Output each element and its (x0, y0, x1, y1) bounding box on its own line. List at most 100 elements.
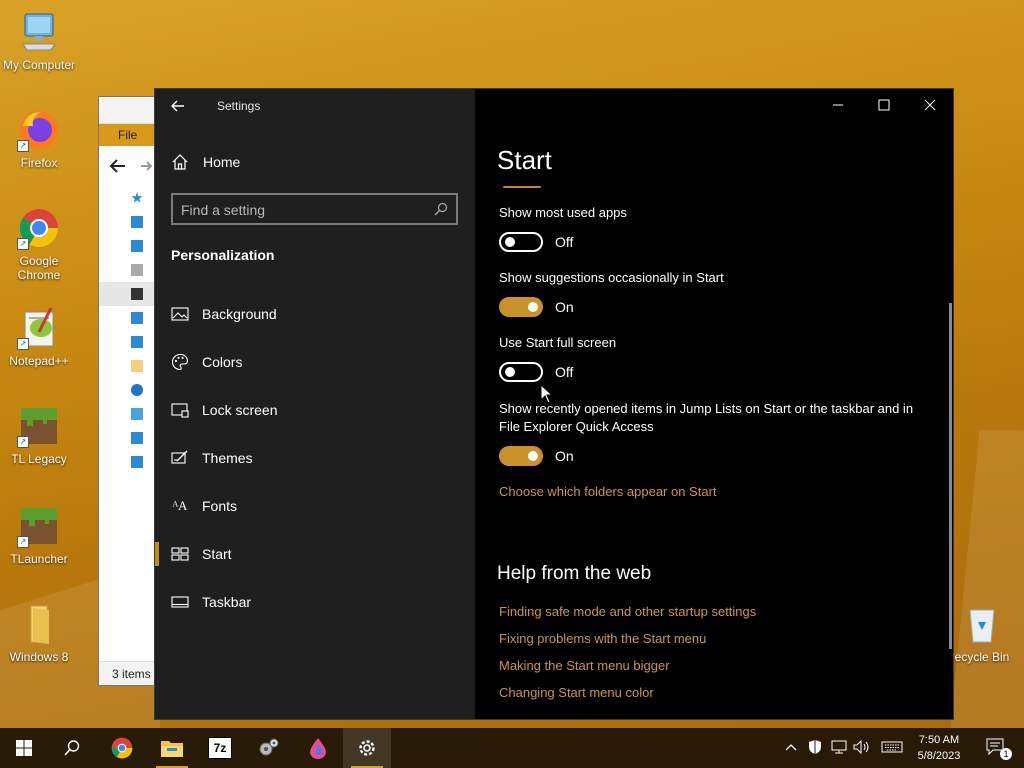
picture-icon (171, 307, 189, 321)
minimize-icon (833, 104, 843, 106)
clock-date: 5/8/2023 (917, 750, 961, 762)
settings-window[interactable]: Settings Home Personalization Background… (154, 88, 954, 720)
back-arrow-icon[interactable] (99, 146, 159, 186)
desktop-icon-notepad-plus-plus[interactable]: ↗ Notepad++ (0, 306, 78, 368)
desktop-icon-windows-8[interactable]: Windows 8 (0, 602, 78, 664)
gear-icon (359, 740, 375, 756)
taskbar-7zip[interactable]: 7z (196, 728, 244, 768)
minimize-button[interactable] (815, 89, 861, 121)
toggle-knob (505, 237, 515, 247)
show-hidden-icons-chevron-icon[interactable] (782, 738, 800, 756)
sidebar-item-lock-screen[interactable]: Lock screen (155, 386, 475, 434)
toggle-state-text: On (555, 299, 574, 315)
toggle-state-text: Off (555, 234, 574, 250)
desktop-icon-tlauncher[interactable]: ↗ TLauncher (0, 504, 78, 566)
scrollbar[interactable] (949, 303, 952, 649)
maximize-button[interactable] (861, 89, 907, 121)
shortcut-arrow-icon: ↗ (17, 338, 29, 350)
lock-screen-icon (171, 403, 189, 418)
minecraft-block-icon: ↗ (17, 404, 61, 448)
help-link[interactable]: Finding safe mode and other startup sett… (499, 604, 756, 619)
search-button[interactable] (48, 728, 96, 768)
notepad-plus-plus-icon: ↗ (17, 306, 61, 350)
chrome-icon: ↗ (17, 206, 61, 250)
desktop-icon-firefox[interactable]: ↗ Firefox (0, 108, 78, 170)
gears-icon (259, 738, 279, 756)
recycle-bin-icon (960, 602, 1004, 646)
search-input[interactable] (181, 200, 421, 220)
start-button[interactable] (0, 728, 48, 768)
toggle-knob (505, 367, 515, 377)
sidebar-item-label: Colors (202, 354, 243, 370)
desktop-icon-label: TL Legacy (11, 452, 67, 466)
back-arrow-icon (171, 100, 184, 112)
suggestions-toggle[interactable] (499, 297, 543, 317)
taskbar-file-explorer[interactable] (148, 728, 196, 768)
desktop-icon-recycle-bin[interactable]: ecycle Bin (946, 602, 1018, 664)
toggle-state-text: On (555, 448, 574, 464)
sidebar-item-background[interactable]: Background (155, 290, 475, 338)
taskbar-chrome[interactable] (98, 728, 146, 768)
home-nav-item[interactable]: Home (171, 151, 240, 173)
sidebar-item-label: Lock screen (202, 402, 278, 418)
shortcut-arrow-icon: ↗ (17, 140, 29, 152)
help-link[interactable]: Changing Start menu color (499, 685, 654, 700)
sidebar-item-label: Background (202, 306, 277, 322)
desktop-icon-tl-legacy[interactable]: ↗ TL Legacy (0, 404, 78, 466)
scrolled-content-edge (503, 186, 541, 188)
minecraft-block-icon: ↗ (17, 504, 61, 548)
security-shield-icon[interactable] (806, 738, 824, 756)
keyboard-icon[interactable] (880, 738, 904, 756)
jump-lists-toggle[interactable] (499, 446, 543, 466)
toggle-knob (528, 302, 538, 312)
toggle-state-text: Off (555, 364, 574, 380)
volume-icon[interactable] (853, 738, 871, 756)
maximize-icon (878, 99, 890, 111)
themes-icon (171, 450, 188, 464)
help-link[interactable]: Fixing problems with the Start menu (499, 631, 706, 646)
search-icon (64, 740, 80, 756)
action-center-button[interactable]: 1 (984, 738, 1012, 760)
sidebar-item-taskbar[interactable]: Taskbar (155, 578, 475, 626)
network-icon[interactable] (830, 738, 848, 756)
help-link[interactable]: Making the Start menu bigger (499, 658, 670, 673)
folder-icon (161, 741, 183, 757)
sidebar-item-label: Fonts (202, 498, 238, 514)
close-button[interactable] (907, 89, 953, 121)
page-title: Start (497, 145, 552, 175)
sidebar-item-label: Start (202, 546, 232, 562)
option-label: Use Start full screen (499, 335, 617, 350)
notification-count-badge: 1 (1000, 748, 1012, 760)
home-label: Home (203, 154, 241, 170)
toggle-knob (528, 451, 538, 461)
paint-drop-icon (310, 738, 326, 759)
option-label: Show most used apps (499, 205, 627, 220)
shortcut-arrow-icon: ↗ (17, 536, 29, 548)
desktop-icon-google-chrome[interactable]: ↗ Google Chrome (0, 206, 78, 282)
taskbar-clock[interactable]: 7:50 AM 5/8/2023 (910, 732, 968, 764)
desktop-icon-my-computer[interactable]: My Computer (0, 10, 78, 72)
settings-content: Start Show most used apps Off Show sugge… (475, 89, 953, 719)
desktop-icon-label: ecycle Bin (954, 650, 1010, 664)
search-box[interactable] (171, 193, 458, 225)
taskbar-settings[interactable] (343, 728, 391, 768)
wallpaper-shape (950, 430, 1024, 730)
sidebar-item-start[interactable]: Start (155, 530, 475, 578)
back-button[interactable] (167, 95, 189, 117)
sidebar-item-themes[interactable]: Themes (155, 434, 475, 482)
taskbar-icon (171, 596, 189, 608)
folder-icon (17, 602, 61, 646)
taskbar-tool[interactable] (245, 728, 293, 768)
sidebar-item-colors[interactable]: Colors (155, 338, 475, 386)
section-heading: Personalization (171, 247, 275, 263)
desktop-icon-label: Google Chrome (17, 254, 61, 282)
taskbar-paint-app[interactable] (294, 728, 342, 768)
full-screen-toggle[interactable] (499, 362, 543, 382)
chrome-icon (111, 737, 133, 759)
desktop-icon-label: Windows 8 (9, 650, 69, 664)
most-used-apps-toggle[interactable] (499, 232, 543, 252)
sidebar-item-label: Themes (202, 450, 253, 466)
choose-folders-link[interactable]: Choose which folders appear on Start (499, 484, 717, 499)
search-icon[interactable] (434, 202, 448, 216)
sidebar-item-fonts[interactable]: ᴬA Fonts (155, 482, 475, 530)
